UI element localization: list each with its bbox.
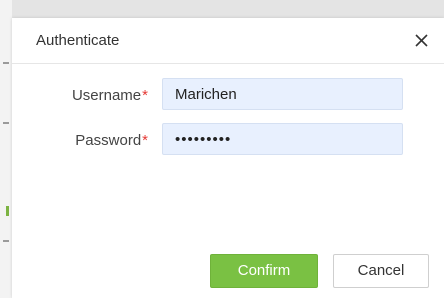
confirm-button[interactable]: Confirm [210,254,318,288]
dialog-title: Authenticate [36,32,120,49]
password-label: Password* [75,132,148,149]
close-icon [415,34,428,47]
dialog-header: Authenticate [12,18,444,64]
username-label: Username* [71,87,148,104]
required-mark: * [142,87,148,104]
required-mark: * [142,132,148,149]
username-field[interactable] [162,78,403,110]
authenticate-dialog: Authenticate Username* Password* Confirm… [12,18,444,298]
password-row: Password* [12,123,444,157]
background-app-top [12,0,444,18]
cancel-button[interactable]: Cancel [333,254,429,288]
username-row: Username* [12,78,444,112]
close-button[interactable] [410,28,434,52]
password-field[interactable] [162,123,403,155]
